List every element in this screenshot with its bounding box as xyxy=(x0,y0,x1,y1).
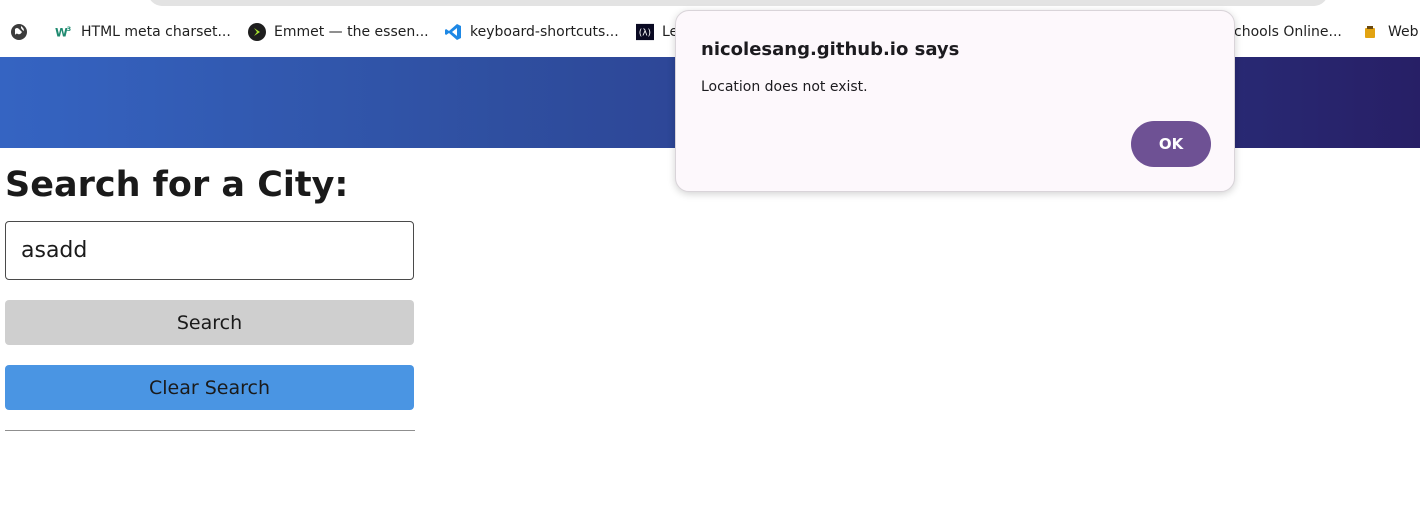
ok-button[interactable]: OK xyxy=(1131,121,1211,167)
search-panel: Search for a City: Search Clear Search xyxy=(5,160,415,431)
svg-text:(λ): (λ) xyxy=(639,29,651,39)
freecodecamp-icon: (λ) xyxy=(636,23,654,41)
bookmark-label: HTML meta charset... xyxy=(81,24,231,40)
w3schools-icon xyxy=(1364,23,1376,41)
bookmark-freecodecamp[interactable]: (λ) Le xyxy=(636,16,678,48)
address-bar-edge[interactable] xyxy=(148,0,1328,6)
emmet-icon xyxy=(248,23,266,41)
bookmark-html-meta-charset[interactable]: W 3 HTML meta charset... xyxy=(55,16,231,48)
bookmark-label: keyboard-shortcuts... xyxy=(470,24,619,40)
search-title: Search for a City: xyxy=(5,165,349,205)
bookmark-label: Emmet — the essen... xyxy=(274,24,429,40)
city-search-input[interactable] xyxy=(5,221,414,280)
vscode-icon xyxy=(444,23,462,41)
bookmark-w3schools-online[interactable]: chools Online... xyxy=(1234,16,1342,48)
svg-text:3: 3 xyxy=(67,26,71,33)
globe-icon xyxy=(10,23,28,41)
w3c-icon: W 3 xyxy=(55,23,73,41)
dialog-message: Location does not exist. xyxy=(701,79,868,95)
search-button[interactable]: Search xyxy=(5,300,414,345)
divider xyxy=(5,430,415,431)
bookmark-label: Web xyxy=(1388,24,1419,40)
bookmark-label: chools Online... xyxy=(1234,24,1342,40)
alert-dialog: nicolesang.github.io says Location does … xyxy=(675,10,1235,192)
bookmark-globe[interactable] xyxy=(10,16,36,48)
dialog-title: nicolesang.github.io says xyxy=(701,39,960,60)
bookmark-web[interactable]: Web xyxy=(1364,16,1419,48)
bookmark-emmet[interactable]: Emmet — the essen... xyxy=(248,16,429,48)
clear-search-button[interactable]: Clear Search xyxy=(5,365,414,410)
bookmark-keyboard-shortcuts[interactable]: keyboard-shortcuts... xyxy=(444,16,619,48)
